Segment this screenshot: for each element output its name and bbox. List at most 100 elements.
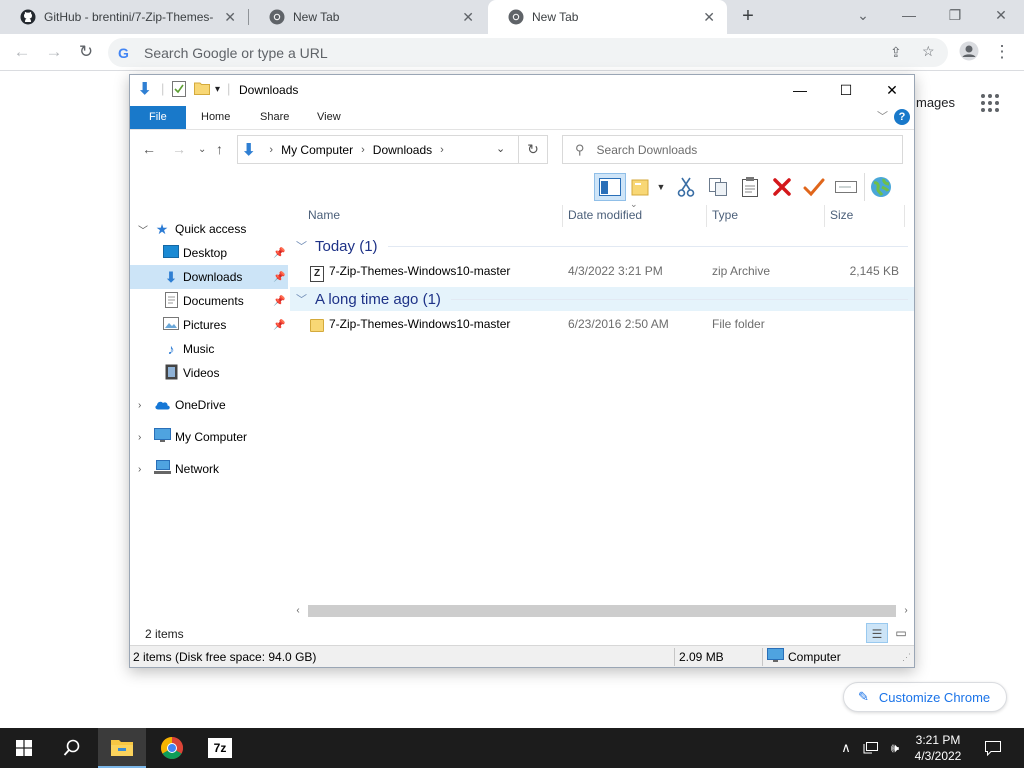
back-arrow-icon[interactable]: ← — [142, 141, 156, 157]
copy-icon[interactable] — [702, 173, 734, 201]
breadcrumb-downloads[interactable]: Downloads — [373, 143, 432, 157]
tab-file[interactable]: File — [130, 106, 186, 129]
column-header-type[interactable]: Type — [706, 205, 824, 229]
share-icon[interactable]: ⇪ — [890, 44, 902, 61]
horizontal-scrollbar[interactable]: ‹ › — [290, 603, 914, 619]
sidebar-item-documents[interactable]: Documents 📌 — [130, 289, 288, 313]
collapsed-chevron-icon[interactable]: › — [138, 464, 141, 475]
start-button[interactable] — [0, 728, 48, 768]
preview-pane-icon[interactable] — [594, 173, 626, 201]
file-row[interactable]: 7-Zip-Themes-Windows10-master 6/23/2016 … — [290, 313, 914, 335]
cut-icon[interactable] — [670, 173, 702, 201]
sidebar-item-onedrive[interactable]: › OneDrive — [130, 393, 288, 417]
bookmark-star-icon[interactable]: ☆ — [922, 43, 935, 60]
close-window-button[interactable]: ✕ — [978, 0, 1024, 30]
qat-customize-icon[interactable]: ▾ — [215, 84, 220, 95]
expand-ribbon-chevron-icon[interactable]: ﹀ — [877, 108, 888, 124]
system-clock[interactable]: 3:21 PM 4/3/2022 — [906, 732, 970, 764]
tab-home[interactable]: Home — [189, 106, 242, 129]
collapsed-chevron-icon[interactable]: › — [138, 432, 141, 443]
omnibox[interactable]: G Search Google or type a URL ⇪ ☆ — [108, 38, 948, 67]
paste-icon[interactable] — [734, 173, 766, 201]
minimize-button[interactable]: — — [886, 0, 932, 30]
sidebar-item-my-computer[interactable]: › My Computer — [130, 425, 288, 449]
address-dropdown-chevron-icon[interactable]: ⌄ — [496, 142, 505, 155]
help-icon[interactable]: ? — [894, 109, 910, 125]
refresh-button[interactable]: ↻ — [518, 135, 548, 164]
pin-icon[interactable]: 📌 — [273, 248, 285, 259]
search-button[interactable] — [48, 728, 96, 768]
back-button[interactable]: ← — [11, 41, 33, 63]
sidebar-item-videos[interactable]: Videos — [130, 361, 288, 385]
sidebar-item-pictures[interactable]: Pictures 📌 — [130, 313, 288, 337]
pin-icon[interactable]: 📌 — [273, 320, 285, 331]
up-arrow-icon[interactable]: ↑ — [216, 141, 223, 157]
volume-icon[interactable]: 🕪 — [884, 728, 906, 768]
breadcrumb-chevron-icon[interactable]: › — [440, 144, 444, 156]
file-row[interactable]: Z 7-Zip-Themes-Windows10-master 4/3/2022… — [290, 260, 914, 282]
ntp-images-link[interactable]: mages — [916, 95, 955, 110]
breadcrumb-chevron-icon[interactable]: › — [269, 144, 273, 156]
tab-new-tab[interactable]: New Tab ✕ — [249, 0, 486, 34]
breadcrumb-my-computer[interactable]: My Computer — [281, 143, 353, 157]
tray-chevron-icon[interactable]: ∧ — [838, 728, 854, 768]
new-folder-icon[interactable] — [194, 81, 210, 98]
tab-new-tab-active[interactable]: New Tab ✕ — [488, 0, 727, 34]
search-field[interactable]: ⚲ Search Downloads — [562, 135, 903, 164]
close-icon[interactable]: ✕ — [462, 9, 474, 26]
network-tray-icon[interactable] — [860, 728, 882, 768]
taskbar-file-explorer[interactable] — [98, 728, 146, 768]
notifications-icon[interactable] — [978, 728, 1008, 768]
taskbar-chrome[interactable] — [148, 728, 196, 768]
rename-icon[interactable] — [830, 173, 862, 201]
large-icons-view-icon[interactable]: ▭ — [890, 623, 912, 643]
sidebar-item-network[interactable]: › Network — [130, 457, 288, 481]
scroll-right-arrow-icon[interactable]: › — [898, 603, 914, 619]
chrome-menu-icon[interactable]: ⋮ — [991, 41, 1013, 63]
google-apps-icon[interactable] — [981, 94, 999, 112]
reload-button[interactable]: ↻ — [75, 41, 97, 63]
taskbar-7zip[interactable]: 7z — [196, 728, 244, 768]
column-header-name[interactable]: Name — [302, 205, 562, 229]
pin-icon[interactable]: 📌 — [273, 296, 285, 307]
sidebar-item-music[interactable]: ♪ Music — [130, 337, 288, 361]
profile-avatar[interactable] — [958, 41, 980, 63]
recent-locations-chevron-icon[interactable]: ⌄ — [198, 144, 206, 155]
close-icon[interactable]: ✕ — [224, 9, 236, 26]
explorer-minimize-button[interactable]: — — [777, 75, 823, 105]
sidebar-item-desktop[interactable]: Desktop 📌 — [130, 241, 288, 265]
restore-button[interactable]: ❐ — [932, 0, 978, 30]
group-header-today[interactable]: ﹀ Today (1) — [290, 234, 914, 258]
layout-dropdown-icon[interactable]: ▼ — [626, 173, 670, 201]
forward-button[interactable]: → — [43, 41, 65, 63]
scroll-left-arrow-icon[interactable]: ‹ — [290, 603, 306, 619]
details-view-icon[interactable]: ☰ — [866, 623, 888, 643]
resize-grip-icon[interactable]: ⋰ — [902, 652, 911, 663]
tab-search-chevron-icon[interactable]: ⌄ — [840, 0, 886, 30]
pin-icon[interactable]: 📌 — [273, 272, 285, 283]
explorer-maximize-button[interactable]: ☐ — [823, 75, 869, 105]
new-tab-button[interactable]: + — [737, 6, 759, 28]
tab-github[interactable]: GitHub - brentini/7-Zip-Themes- ✕ — [0, 0, 248, 34]
forward-arrow-icon[interactable]: → — [172, 141, 186, 157]
sidebar-item-downloads[interactable]: ⬇ Downloads 📌 — [130, 265, 288, 289]
breadcrumb-chevron-icon[interactable]: › — [361, 144, 365, 156]
test-checkmark-icon[interactable] — [798, 173, 830, 201]
group-collapse-chevron-icon[interactable]: ﹀ — [296, 238, 307, 254]
delete-icon[interactable] — [766, 173, 798, 201]
column-header-size[interactable]: Size — [824, 205, 904, 229]
close-icon[interactable]: ✕ — [703, 9, 715, 26]
scrollbar-thumb[interactable] — [308, 605, 896, 617]
group-collapse-chevron-icon[interactable]: ﹀ — [296, 291, 307, 307]
properties-icon[interactable] — [172, 81, 186, 100]
tab-view[interactable]: View — [305, 106, 353, 129]
tab-share[interactable]: Share — [248, 106, 301, 129]
collapsed-chevron-icon[interactable]: › — [138, 400, 141, 411]
customize-chrome-button[interactable]: ✎ Customize Chrome — [843, 682, 1007, 712]
sidebar-item-quick-access[interactable]: ﹀ ★ Quick access — [130, 217, 288, 241]
globe-icon[interactable] — [864, 173, 896, 201]
column-divider[interactable] — [904, 205, 905, 227]
expanded-chevron-icon[interactable]: ﹀ — [138, 222, 148, 237]
explorer-close-button[interactable]: ✕ — [869, 75, 915, 105]
group-header-long-ago[interactable]: ﹀ A long time ago (1) — [290, 287, 914, 311]
